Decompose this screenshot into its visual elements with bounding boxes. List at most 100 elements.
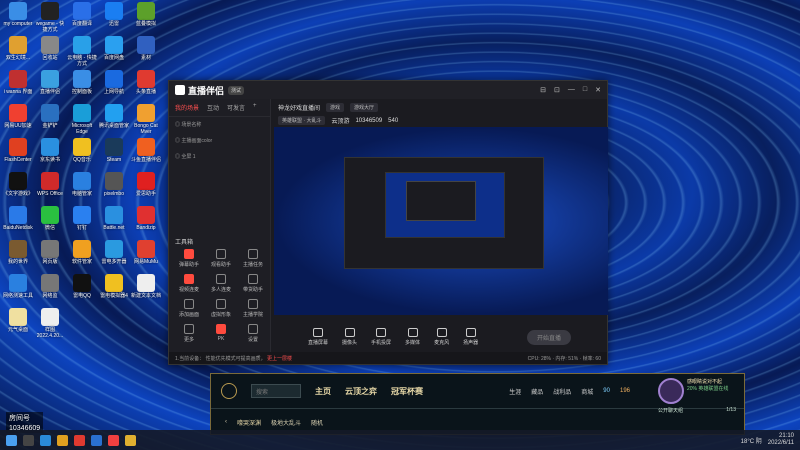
desktop-icon[interactable]: 我的世界 [2, 240, 34, 265]
mode-pick[interactable]: 随机 [311, 418, 323, 427]
live-app-icon[interactable] [108, 434, 119, 446]
desktop-icon[interactable]: 直播伴侣 [34, 70, 66, 95]
live-companion-window[interactable]: 直播伴侣 测试 ⊟ ⊡ — □ ✕ 我的场景 互动 可发言 + ◎ 场景名称 ◎ 主播画面col… [168, 80, 608, 365]
tool-button[interactable]: PK [205, 324, 237, 343]
tool-button[interactable]: 虚拟形象 [205, 299, 237, 318]
desktop-icon[interactable]: 双生幻境... [2, 36, 34, 61]
desktop-icon[interactable]: 回收站 [34, 36, 66, 61]
tool-button[interactable]: 带货助手 [237, 274, 269, 293]
source-control[interactable]: 手机投屏 [371, 328, 391, 346]
tool-button[interactable]: 多人连麦 [205, 274, 237, 293]
desktop-icon[interactable]: pixelmbo [98, 172, 130, 197]
desktop-icon[interactable]: Bandizip [130, 206, 162, 231]
desktop-icon[interactable]: Battle.net [98, 206, 130, 231]
sidebar-tab[interactable]: 我的场景 [175, 103, 199, 112]
desktop-icon[interactable]: 迅雷 [98, 2, 130, 27]
app-icon[interactable] [74, 434, 85, 446]
mode-map[interactable]: 嚎哭深渊 [237, 418, 261, 427]
quick-collection[interactable]: 藏品 [531, 387, 543, 396]
mode-type[interactable]: 极地大乱斗 [271, 418, 301, 427]
source-control[interactable]: 麦克风 [434, 328, 449, 346]
desktop-icon[interactable]: 京东读书 [34, 138, 66, 163]
category-chip[interactable]: 英雄联盟 · 大乱斗 [278, 116, 326, 125]
friends-group[interactable]: 公开聊天组 1/13 [658, 404, 736, 414]
stream-title[interactable]: 神龙好戏直播间 [278, 103, 320, 112]
desktop-icon[interactable]: i wanna 界面 [2, 70, 34, 95]
sidebar-tab[interactable]: + [253, 103, 257, 112]
desktop-icon[interactable]: 雷电多开器 [98, 240, 130, 265]
source-control[interactable]: 摄像头 [342, 328, 357, 346]
scene-item[interactable]: ◎ 全屏 1 [169, 149, 270, 165]
quick-career[interactable]: 生涯 [509, 387, 521, 396]
desktop-icon[interactable]: 控制面板 [66, 70, 98, 95]
start-live-button[interactable]: 开始直播 [526, 329, 571, 345]
window-control-icon[interactable]: □ [583, 86, 587, 94]
tool-button[interactable]: 视频连麦 [173, 274, 205, 293]
window-control-icon[interactable]: — [568, 86, 575, 94]
desktop-icon[interactable]: FlashCenter [2, 138, 34, 163]
quick-store[interactable]: 商城 [581, 387, 593, 396]
window-control-icon[interactable]: ✕ [595, 86, 601, 94]
scene-item[interactable]: ◎ 场景名称 [169, 117, 270, 133]
desktop-icon[interactable]: 钉钉 [66, 206, 98, 231]
desktop-icon[interactable]: QQ音乐 [66, 138, 98, 163]
sidebar-tab[interactable]: 可发言 [227, 103, 245, 112]
window-control-icon[interactable]: ⊡ [554, 86, 560, 94]
weather[interactable]: 18°C 阴 [741, 436, 762, 445]
tool-button[interactable]: 主播学院 [237, 299, 269, 318]
search-icon[interactable] [23, 434, 34, 446]
desktop-icon[interactable]: 元气桌面 [2, 308, 34, 333]
tool-button[interactable]: 弹幕助手 [173, 249, 205, 268]
explorer-icon[interactable] [57, 434, 68, 446]
desktop-icon[interactable]: 软件管家 [66, 240, 98, 265]
desktop-icon[interactable]: WPS Office [34, 172, 66, 197]
desktop-icon[interactable]: 电脑管家 [66, 172, 98, 197]
game-icon[interactable] [125, 434, 136, 446]
desktop-icon[interactable]: 百度网盘 [98, 36, 130, 61]
scene-item[interactable]: ◎ 主播画面color [169, 133, 270, 149]
start-icon[interactable] [6, 434, 17, 446]
quick-loot[interactable]: 战利品 [553, 387, 571, 396]
desktop-icon[interactable]: my computer [2, 2, 34, 27]
clock[interactable]: 21:10 2022/6/11 [768, 433, 794, 447]
stream-preview[interactable] [274, 127, 608, 315]
desktop-icon[interactable]: BaiduNetdisk [2, 206, 34, 231]
source-control[interactable]: 多媒体 [405, 328, 420, 346]
sidebar-tab[interactable]: 互动 [207, 103, 219, 112]
desktop-icon[interactable]: wegame - 快捷方式 [34, 2, 66, 33]
desktop-icon[interactable]: 斗鱼直播伴侣 [130, 138, 162, 163]
titlebar[interactable]: 直播伴侣 测试 ⊟ ⊡ — □ ✕ [169, 81, 607, 99]
desktop-icon[interactable]: 新建文本文档 [130, 274, 162, 299]
window-control-icon[interactable]: ⊟ [540, 86, 546, 94]
desktop-icon[interactable]: 蓝叠模拟 [130, 2, 162, 27]
desktop-icon[interactable]: 头条直播 [130, 70, 162, 95]
desktop-icon[interactable]: 网络测速工具 [2, 274, 34, 299]
desktop-icon[interactable]: 微信 [34, 206, 66, 231]
tool-button[interactable]: 添加画面 [173, 299, 205, 318]
desktop-icon[interactable]: Bongo Cat Mver [130, 104, 162, 135]
desktop-icon[interactable]: 样图 2022.4.20... [34, 308, 66, 339]
nav-champion-cup[interactable]: 冠军杯赛 [391, 386, 423, 397]
desktop-icon[interactable]: 云电脑 - 快捷方式 [66, 36, 98, 67]
room-tag[interactable]: 游戏大厅 [350, 103, 379, 112]
desktop-icon[interactable]: 金铲铲 [34, 104, 66, 129]
player-avatar[interactable] [658, 378, 684, 404]
edge-icon[interactable] [40, 434, 51, 446]
source-control[interactable]: 扬声器 [463, 328, 478, 346]
back-arrow-icon[interactable]: ‹ [225, 419, 227, 425]
desktop-icon[interactable]: 雷电QQ [66, 274, 98, 299]
desktop-icon[interactable]: Microsoft Edge [66, 104, 98, 135]
tool-button[interactable]: 主播任务 [237, 249, 269, 268]
desktop-icon[interactable]: 百度翻译 [66, 2, 98, 27]
game-client-bar[interactable]: 搜索 主页 云顶之弈 冠军杯赛 生涯 藏品 战利品 商城 90 196 ‹ 嚎哭… [210, 373, 745, 435]
nav-tft[interactable]: 云顶之弈 [345, 386, 377, 397]
nav-home[interactable]: 主页 [315, 386, 331, 397]
desktop-icon[interactable]: 网易UU加速 [2, 104, 34, 129]
desktop-icon[interactable]: 腾讯桌面管家 [98, 104, 130, 129]
desktop-icon[interactable]: 上网导航 [98, 70, 130, 95]
desktop-icon[interactable]: 雷电模拟器4 [98, 274, 130, 299]
desktop-icon[interactable]: 网络监 [34, 274, 66, 299]
tool-button[interactable]: 观看助手 [205, 249, 237, 268]
status-link[interactable]: 更上一层楼 [267, 356, 292, 362]
desktop-icon[interactable]: 素材 [130, 36, 162, 61]
